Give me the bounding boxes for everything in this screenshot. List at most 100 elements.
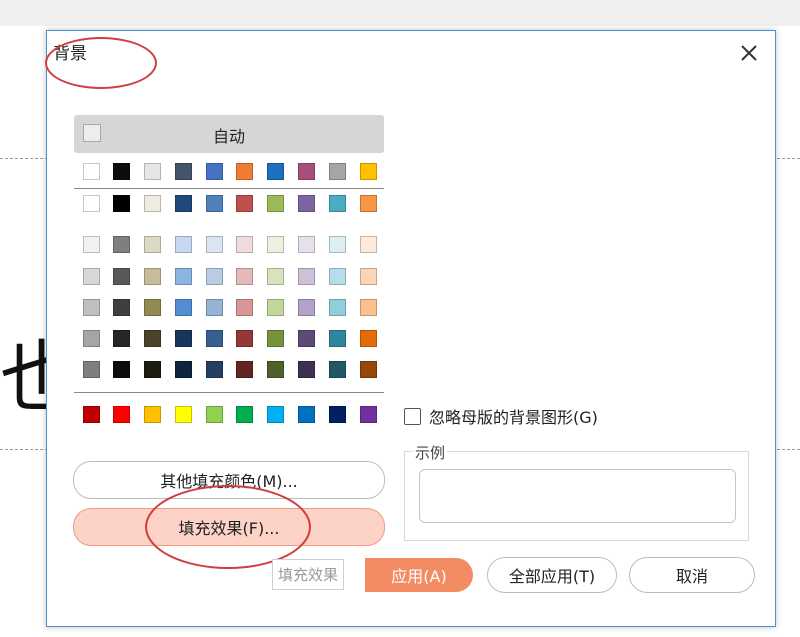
color-swatch-theme-1-7[interactable] bbox=[298, 195, 315, 212]
color-swatch-tint-1-8[interactable] bbox=[329, 268, 346, 285]
color-swatch-tint-0-2[interactable] bbox=[144, 236, 161, 253]
color-swatch-tint-0-8[interactable] bbox=[329, 236, 346, 253]
color-swatch-theme-0-8[interactable] bbox=[329, 163, 346, 180]
color-swatch-tint-4-2[interactable] bbox=[144, 361, 161, 378]
color-swatch-tint-4-5[interactable] bbox=[236, 361, 253, 378]
color-swatch-tint-2-7[interactable] bbox=[298, 299, 315, 316]
color-swatch-tint-0-0[interactable] bbox=[83, 236, 100, 253]
color-swatch-theme-1-5[interactable] bbox=[236, 195, 253, 212]
color-swatch-theme-0-3[interactable] bbox=[175, 163, 192, 180]
color-swatch-tint-2-1[interactable] bbox=[113, 299, 130, 316]
color-swatch-tint-4-6[interactable] bbox=[267, 361, 284, 378]
color-swatch-tint-1-7[interactable] bbox=[298, 268, 315, 285]
checkbox-box[interactable] bbox=[404, 407, 421, 425]
color-swatch-tint-0-7[interactable] bbox=[298, 236, 315, 253]
color-swatch-tint-3-6[interactable] bbox=[267, 330, 284, 347]
close-icon bbox=[741, 45, 757, 61]
apply-button[interactable]: 应用(A) bbox=[365, 558, 473, 592]
sample-label: 示例 bbox=[413, 442, 448, 463]
color-swatch-tint-3-2[interactable] bbox=[144, 330, 161, 347]
color-swatch-standard-0-1[interactable] bbox=[113, 406, 130, 423]
color-swatch-standard-0-2[interactable] bbox=[144, 406, 161, 423]
color-swatch-theme-0-7[interactable] bbox=[298, 163, 315, 180]
apply-all-button[interactable]: 全部应用(T) bbox=[487, 557, 617, 593]
color-swatch-tint-2-5[interactable] bbox=[236, 299, 253, 316]
color-swatch-standard-0-6[interactable] bbox=[267, 406, 284, 423]
color-swatch-theme-0-0[interactable] bbox=[83, 163, 100, 180]
fill-effects-button[interactable]: 填充效果(F)... bbox=[73, 508, 385, 546]
app-top-strip bbox=[0, 0, 800, 26]
fill-effects-label: 填充效果(F)... bbox=[178, 519, 280, 538]
color-swatch-tint-3-3[interactable] bbox=[175, 330, 192, 347]
color-swatch-tint-3-5[interactable] bbox=[236, 330, 253, 347]
ignore-master-graphics-label: 忽略母版的背景图形(G) bbox=[429, 408, 598, 427]
color-swatch-standard-0-9[interactable] bbox=[360, 406, 377, 423]
color-swatch-tint-0-4[interactable] bbox=[206, 236, 223, 253]
color-swatch-tint-3-1[interactable] bbox=[113, 330, 130, 347]
color-swatch-tint-4-0[interactable] bbox=[83, 361, 100, 378]
color-swatch-tint-1-1[interactable] bbox=[113, 268, 130, 285]
color-swatch-tint-3-0[interactable] bbox=[83, 330, 100, 347]
color-swatch-tint-3-4[interactable] bbox=[206, 330, 223, 347]
color-swatch-tint-1-2[interactable] bbox=[144, 268, 161, 285]
color-swatch-theme-0-5[interactable] bbox=[236, 163, 253, 180]
color-swatch-tint-4-3[interactable] bbox=[175, 361, 192, 378]
color-swatch-tint-1-6[interactable] bbox=[267, 268, 284, 285]
color-swatch-tint-4-4[interactable] bbox=[206, 361, 223, 378]
cancel-button[interactable]: 取消 bbox=[629, 557, 755, 593]
color-swatch-tint-2-3[interactable] bbox=[175, 299, 192, 316]
more-fill-colors-button[interactable]: 其他填充颜色(M)... bbox=[73, 461, 385, 499]
color-swatch-tint-2-2[interactable] bbox=[144, 299, 161, 316]
color-swatch-theme-0-4[interactable] bbox=[206, 163, 223, 180]
color-swatch-theme-0-9[interactable] bbox=[360, 163, 377, 180]
sample-preview bbox=[419, 469, 736, 523]
color-swatch-tint-3-7[interactable] bbox=[298, 330, 315, 347]
color-swatch-tint-1-0[interactable] bbox=[83, 268, 100, 285]
color-swatch-standard-0-7[interactable] bbox=[298, 406, 315, 423]
apply-label: 应用(A) bbox=[391, 567, 447, 586]
color-swatch-tint-1-9[interactable] bbox=[360, 268, 377, 285]
color-swatch-tint-2-8[interactable] bbox=[329, 299, 346, 316]
color-swatch-theme-1-6[interactable] bbox=[267, 195, 284, 212]
color-swatch-tint-4-1[interactable] bbox=[113, 361, 130, 378]
color-swatch-standard-0-8[interactable] bbox=[329, 406, 346, 423]
color-swatch-theme-1-1[interactable] bbox=[113, 195, 130, 212]
color-swatch-tint-3-9[interactable] bbox=[360, 330, 377, 347]
color-swatch-tint-4-9[interactable] bbox=[360, 361, 377, 378]
color-swatch-tint-2-6[interactable] bbox=[267, 299, 284, 316]
palette-divider bbox=[74, 188, 384, 189]
palette-divider bbox=[74, 392, 384, 393]
color-swatch-theme-0-2[interactable] bbox=[144, 163, 161, 180]
color-swatch-theme-1-9[interactable] bbox=[360, 195, 377, 212]
color-swatch-theme-0-6[interactable] bbox=[267, 163, 284, 180]
color-swatch-theme-0-1[interactable] bbox=[113, 163, 130, 180]
color-palette bbox=[47, 31, 427, 451]
more-fill-colors-label: 其他填充颜色(M)... bbox=[160, 472, 298, 491]
color-swatch-tint-2-4[interactable] bbox=[206, 299, 223, 316]
color-swatch-theme-1-4[interactable] bbox=[206, 195, 223, 212]
ignore-master-graphics-checkbox[interactable]: 忽略母版的背景图形(G) bbox=[404, 404, 598, 428]
close-button[interactable] bbox=[732, 37, 766, 69]
color-swatch-theme-1-3[interactable] bbox=[175, 195, 192, 212]
color-swatch-tint-1-5[interactable] bbox=[236, 268, 253, 285]
color-swatch-tint-2-9[interactable] bbox=[360, 299, 377, 316]
color-swatch-standard-0-0[interactable] bbox=[83, 406, 100, 423]
color-swatch-tint-0-3[interactable] bbox=[175, 236, 192, 253]
color-swatch-tint-4-7[interactable] bbox=[298, 361, 315, 378]
color-swatch-standard-0-3[interactable] bbox=[175, 406, 192, 423]
color-swatch-theme-1-2[interactable] bbox=[144, 195, 161, 212]
color-swatch-tint-0-6[interactable] bbox=[267, 236, 284, 253]
color-swatch-tint-0-1[interactable] bbox=[113, 236, 130, 253]
color-swatch-theme-1-8[interactable] bbox=[329, 195, 346, 212]
color-swatch-tint-0-9[interactable] bbox=[360, 236, 377, 253]
color-swatch-standard-0-5[interactable] bbox=[236, 406, 253, 423]
color-swatch-theme-1-0[interactable] bbox=[83, 195, 100, 212]
color-swatch-tint-2-0[interactable] bbox=[83, 299, 100, 316]
color-swatch-tint-1-3[interactable] bbox=[175, 268, 192, 285]
color-swatch-standard-0-4[interactable] bbox=[206, 406, 223, 423]
color-swatch-tint-0-5[interactable] bbox=[236, 236, 253, 253]
color-swatch-tint-1-4[interactable] bbox=[206, 268, 223, 285]
color-swatch-tint-4-8[interactable] bbox=[329, 361, 346, 378]
color-swatch-tint-3-8[interactable] bbox=[329, 330, 346, 347]
background-dialog: 背景 自动 其他填充颜色(M)... 填充效果(F)... 忽略母版的背景图形(… bbox=[45, 30, 776, 627]
